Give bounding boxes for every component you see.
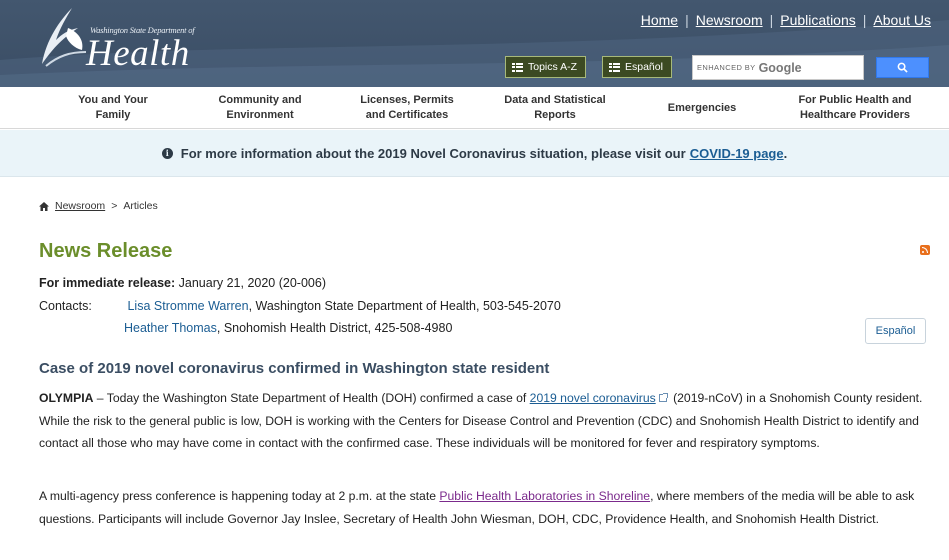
nav-licenses-permits[interactable]: Licenses, Permits and Certificates [336,87,478,129]
contacts-label: Contacts: [39,299,92,313]
espanol-article-button[interactable]: Español [865,318,926,344]
contact-2-details: , Snohomish Health District, 425-508-498… [216,321,453,335]
contact-1-details: , Washington State Department of Health,… [248,299,561,313]
publications-link[interactable]: Publications [780,12,856,28]
google-text: Google [758,60,802,75]
nav-public-health-providers[interactable]: For Public Health and Healthcare Provider… [784,87,926,129]
home-link[interactable]: Home [641,12,678,28]
nav-label: Healthcare Providers [799,109,911,121]
mountain-leaf-icon [42,8,87,67]
breadcrumb-newsroom-link[interactable]: Newsroom [55,200,105,212]
breadcrumb: Newsroom > Articles [39,200,158,212]
espanol-header-button[interactable]: Español [602,56,672,78]
release-date: January 21, 2020 (20-006) [178,276,326,290]
paragraph-text: – Today the Washington State Department … [93,391,530,405]
nav-label: Community and [218,94,302,106]
doh-logo[interactable]: Washington State Department of Health [38,6,195,76]
breadcrumb-separator: > [111,200,118,212]
nav-label: Family [95,109,131,121]
topics-az-button[interactable]: Topics A-Z [505,56,587,78]
nav-label: Licenses, Permits [360,94,454,106]
release-label: For immediate release: [39,276,176,290]
novel-coronavirus-link[interactable]: 2019 novel coronavirus [530,391,656,405]
contact-line-1: Contacts: Lisa Stromme Warren, Washingto… [39,299,561,313]
public-health-labs-link[interactable]: Public Health Laboratories in Shoreline [439,489,650,503]
search-icon [897,62,908,73]
nav-label: For Public Health and [798,94,912,106]
covid-alert-banner: i For more information about the 2019 No… [0,130,949,177]
nav-label: and Certificates [365,109,449,121]
article-paragraph-1: OLYMPIA – Today the Washington State Dep… [39,387,934,455]
contact-line-2: Heather Thomas, Snohomish Health Distric… [124,321,452,335]
search-button[interactable] [876,57,929,78]
separator: | [769,12,774,28]
home-icon [39,201,49,211]
nav-label: You and Your [78,94,148,106]
logo-health-text: Health [86,33,190,74]
article-paragraph-2: A multi-agency press conference is happe… [39,485,934,530]
list-icon [609,62,620,72]
about-us-link[interactable]: About Us [873,12,931,28]
main-nav: You and Your Family Community and Environm… [0,87,949,129]
dateline: OLYMPIA [39,391,94,405]
nav-label: Emergencies [667,101,737,114]
nav-label: Environment [226,109,294,121]
alert-period: . [783,145,788,161]
nav-label: Reports [534,109,576,121]
article-headline: Case of 2019 novel coronavirus confirmed… [39,360,550,377]
release-date-line: For immediate release: January 21, 2020 … [39,276,326,290]
contact-heather-link[interactable]: Heather Thomas [124,321,217,335]
enhanced-by-text: ENHANCED BY [697,63,756,72]
covid-19-page-link[interactable]: COVID-19 page [690,146,784,161]
separator: | [862,12,867,28]
alert-text: For more information about the 2019 Nove… [180,145,686,161]
nav-emergencies[interactable]: Emergencies [631,87,773,129]
breadcrumb-current: Articles [123,200,158,212]
paragraph-text: A multi-agency press conference is happe… [39,489,440,503]
site-header: Washington State Department of Health Ho… [0,0,949,87]
utility-links: Home | Newsroom | Publications | About U… [641,12,931,28]
nav-label: Data and Statistical [504,94,606,106]
separator: | [685,12,689,28]
nav-data-statistical-reports[interactable]: Data and Statistical Reports [484,87,626,129]
rss-icon[interactable] [920,245,930,255]
search-input[interactable]: ENHANCED BY Google [692,55,864,80]
nav-community-environment[interactable]: Community and Environment [189,87,331,129]
contact-lisa-link[interactable]: Lisa Stromme Warren [127,299,248,313]
list-icon [512,62,523,72]
topics-az-label: Topics A-Z [528,61,578,73]
info-icon: i [161,147,173,159]
espanol-header-label: Español [625,61,663,73]
external-link-icon [658,393,668,402]
newsroom-link[interactable]: Newsroom [696,12,763,28]
nav-you-and-your-family[interactable]: You and Your Family [42,87,184,129]
page-title: News Release [39,240,173,262]
